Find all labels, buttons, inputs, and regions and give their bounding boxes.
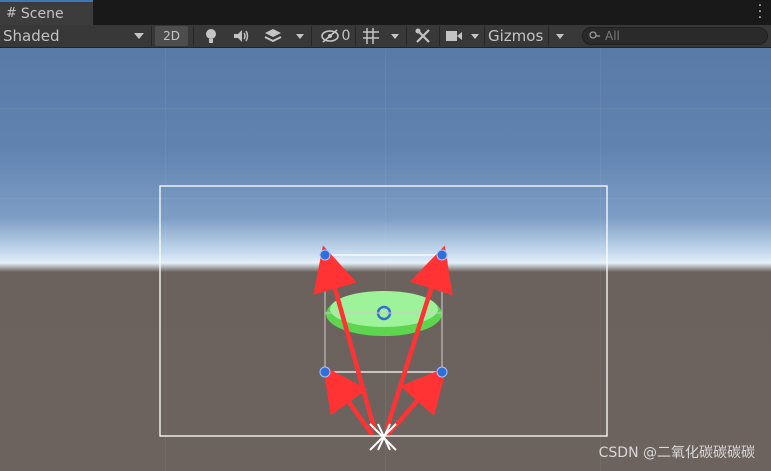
- grid-dropdown[interactable]: [386, 25, 404, 47]
- toolbar-divider: [406, 26, 407, 46]
- camera-gizmo-icon[interactable]: [369, 423, 397, 451]
- toolbar-divider: [548, 26, 549, 46]
- chevron-down-icon: [134, 33, 144, 39]
- effects-button[interactable]: [260, 25, 286, 47]
- grid-icon: [363, 28, 379, 44]
- toolbar-divider: [151, 26, 152, 46]
- tools-icon: [415, 28, 430, 43]
- grid-toggle-button[interactable]: [358, 25, 384, 47]
- menu-kebab-icon[interactable]: · · ·: [757, 0, 763, 25]
- lighting-toggle-button[interactable]: [200, 25, 222, 47]
- gizmos-dropdown[interactable]: [550, 25, 570, 47]
- tab-bar: # Scene · · ·: [0, 0, 771, 25]
- search-icon: [589, 31, 600, 39]
- corner-handle-bottom-left[interactable]: [319, 366, 331, 378]
- 2d-mode-button[interactable]: 2D: [155, 26, 188, 46]
- toolbar-divider: [193, 26, 194, 46]
- scene-gizmos-overlay: [159, 185, 608, 451]
- effects-icon: [264, 29, 282, 43]
- toolbar-divider: [484, 26, 485, 46]
- chevron-down-icon: [471, 33, 479, 39]
- toolbar-divider: [311, 26, 312, 46]
- camera-dropdown[interactable]: [467, 25, 483, 47]
- corner-handle-bottom-right[interactable]: [436, 366, 448, 378]
- draw-mode-label: Shaded: [3, 27, 60, 45]
- scene-viewport[interactable]: CSDN @二氧化碳碳碳碳: [0, 48, 771, 471]
- tab-scene-label: Scene: [20, 5, 64, 22]
- search-input[interactable]: All: [582, 27, 768, 45]
- tools-button[interactable]: [410, 25, 436, 47]
- watermark: CSDN @二氧化碳碳碳碳: [598, 445, 755, 461]
- corner-handle-top-left[interactable]: [319, 249, 331, 261]
- chevron-down-icon: [556, 33, 564, 39]
- chevron-down-icon: [391, 33, 399, 39]
- lightbulb-icon: [206, 29, 216, 43]
- camera-button[interactable]: [442, 25, 466, 47]
- hash-icon: #: [6, 6, 17, 21]
- search-placeholder: All: [605, 29, 620, 43]
- chevron-down-icon: [296, 33, 304, 39]
- scene-toolbar: Shaded 2D 0 Gizmos All: [0, 25, 771, 48]
- effects-dropdown[interactable]: [291, 25, 309, 47]
- draw-mode-dropdown[interactable]: Shaded: [0, 25, 150, 47]
- eye-slash-icon: [320, 29, 339, 43]
- scene-visibility-toggle[interactable]: 0: [315, 25, 355, 47]
- hidden-count: 0: [341, 28, 351, 44]
- tab-scene[interactable]: # Scene: [0, 0, 93, 25]
- camera-icon: [446, 31, 462, 41]
- audio-toggle-button[interactable]: [230, 25, 254, 47]
- toolbar-divider: [439, 26, 440, 46]
- toolbar-divider: [355, 26, 356, 46]
- corner-handle-top-right[interactable]: [436, 249, 448, 261]
- gizmos-button[interactable]: Gizmos: [486, 25, 546, 47]
- audio-icon: [234, 30, 249, 42]
